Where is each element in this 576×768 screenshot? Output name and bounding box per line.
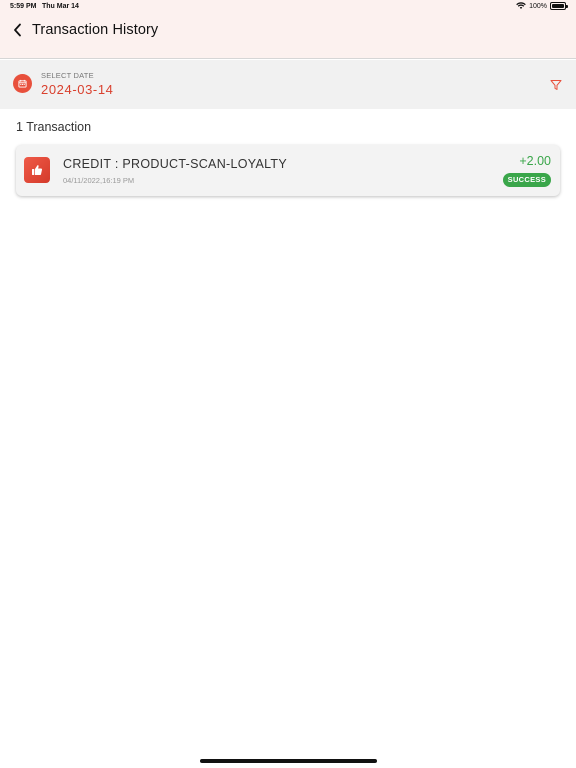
transaction-timestamp: 04/11/2022,16:19 PM [63, 176, 135, 185]
thumbs-up-icon [24, 157, 50, 183]
select-date-label: SELECT DATE [41, 71, 94, 80]
transaction-count: 1 Transaction [16, 120, 92, 134]
status-date: Thu Mar 14 [42, 3, 79, 10]
status-bar: 5:59 PM Thu Mar 14 100% [0, 0, 576, 14]
status-badge: SUCCESS [502, 173, 551, 187]
chevron-left-icon [14, 23, 21, 37]
back-button[interactable] [4, 16, 32, 44]
transaction-amount: +2.00 [519, 154, 551, 168]
battery-percent: 100% [529, 2, 547, 10]
page-title: Transaction History [32, 22, 159, 38]
home-indicator [200, 759, 377, 763]
transaction-card[interactable]: CREDIT : PRODUCT-SCAN-LOYALTY 04/11/2022… [16, 145, 560, 196]
battery-icon [550, 2, 568, 10]
filter-button[interactable] [550, 78, 564, 92]
top-area: 5:59 PM Thu Mar 14 100% Transaction Hist… [0, 0, 576, 59]
transaction-title: CREDIT : PRODUCT-SCAN-LOYALTY [63, 157, 288, 171]
status-right: 100% [516, 2, 568, 10]
date-selector[interactable]: SELECT DATE 2024-03-14 [0, 60, 576, 109]
wifi-icon [516, 2, 526, 9]
filter-icon [550, 80, 562, 90]
header: Transaction History [0, 14, 576, 46]
calendar-icon [13, 74, 32, 93]
selected-date-value: 2024-03-14 [41, 82, 114, 97]
status-time: 5:59 PM [10, 3, 37, 10]
transaction-history-screen: 5:59 PM Thu Mar 14 100% Transaction Hist… [0, 0, 576, 768]
